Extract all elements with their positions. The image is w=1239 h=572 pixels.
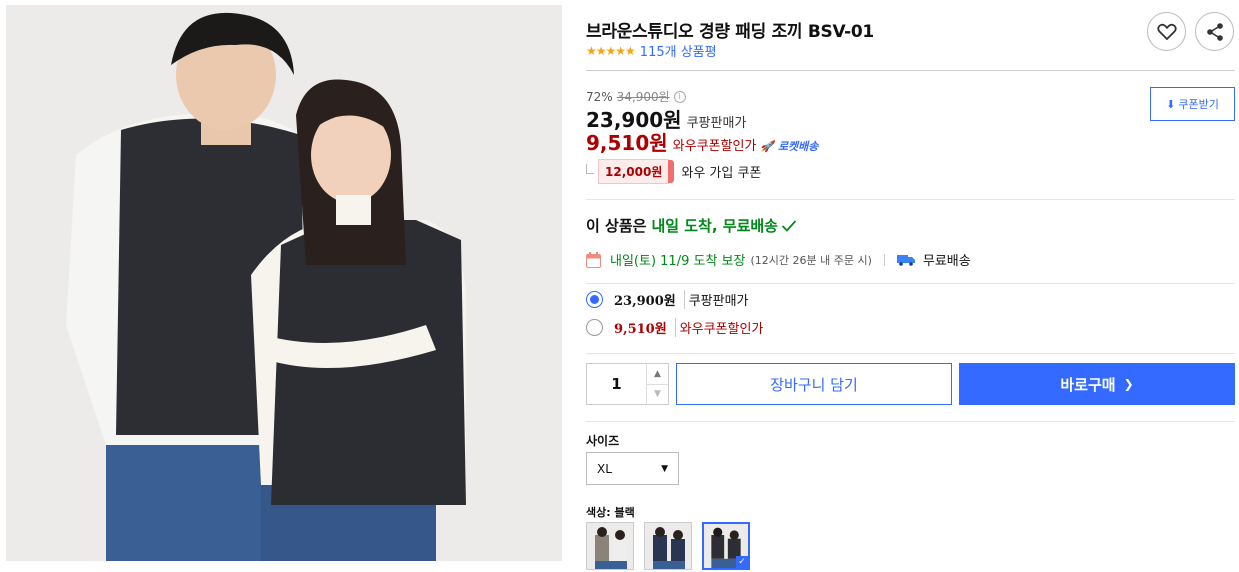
size-selected-value: XL xyxy=(597,461,612,476)
coupon-download-button[interactable]: ⬇ 쿠폰받기 xyxy=(1150,87,1235,121)
color-swatch-selected[interactable]: ✓ xyxy=(702,522,750,570)
delivery-headline: 이 상품은 내일 도착, 무료배송 xyxy=(586,215,797,236)
size-label: 사이즈 xyxy=(586,434,620,448)
free-shipping-label: 무료배송 xyxy=(922,254,971,269)
coupon-amount: 12,000원 xyxy=(598,159,675,184)
divider xyxy=(586,353,1235,354)
divider xyxy=(586,70,1235,71)
divider xyxy=(586,199,1235,200)
divider xyxy=(586,283,1235,284)
arrival-condition: (12시간 26분 내 주문 시) xyxy=(750,253,872,267)
option-label: 와우쿠폰할인가 xyxy=(674,318,763,337)
share-icon xyxy=(1206,22,1223,41)
quantity-stepper[interactable]: 1 ▲ ▼ xyxy=(586,363,669,405)
option-price: 23,900원 xyxy=(614,294,676,309)
add-to-cart-button[interactable]: 장바구니 담기 xyxy=(676,363,952,405)
decrement-icon[interactable]: ▼ xyxy=(647,383,668,405)
color-swatch[interactable] xyxy=(586,522,634,570)
delivery-headline-highlight: 내일 도착, 무료배송 xyxy=(651,217,778,235)
increment-icon[interactable]: ▲ xyxy=(647,364,668,384)
chevron-right-icon: ❯ xyxy=(1123,377,1134,391)
wow-price: 9,510원 xyxy=(586,131,668,155)
delivery-headline-prefix: 이 상품은 xyxy=(586,217,647,235)
truck-icon xyxy=(896,254,915,266)
buy-now-label: 바로구매 xyxy=(1060,375,1116,394)
coupon-download-label: 쿠폰받기 xyxy=(1178,98,1219,111)
tree-elbow-icon xyxy=(586,163,594,174)
coupon-row: 12,000원 와우 가입 쿠폰 xyxy=(586,159,761,184)
price-option-wow[interactable]: 9,510원 와우쿠폰할인가 xyxy=(586,318,763,337)
caret-down-icon: ▼ xyxy=(661,463,668,474)
rocket-delivery-badge: 🚀 로켓배송 xyxy=(760,140,819,153)
review-count-link[interactable]: 115개 상품평 xyxy=(640,41,717,60)
heart-icon xyxy=(1156,23,1177,40)
option-label: 쿠팡판매가 xyxy=(683,290,749,309)
coupon-label: 와우 가입 쿠폰 xyxy=(681,166,762,181)
arrival-date: 내일(토) 11/9 도착 보장 xyxy=(610,254,746,269)
info-icon[interactable]: i xyxy=(673,90,686,103)
original-price: 34,900원 xyxy=(616,90,670,104)
swatch-thumbnail xyxy=(587,523,633,569)
buy-now-button[interactable]: 바로구매 ❯ xyxy=(959,363,1235,405)
star-rating-icon: ★★★★★ xyxy=(586,43,636,58)
wishlist-button[interactable] xyxy=(1147,12,1186,51)
color-swatch[interactable] xyxy=(644,522,692,570)
radio-button[interactable] xyxy=(586,291,603,308)
wow-price-label: 와우쿠폰할인가 xyxy=(672,139,757,154)
color-label: 색상: 블랙 xyxy=(586,506,635,519)
rocket-label: 로켓배송 xyxy=(777,140,819,153)
discount-rate: 72% xyxy=(586,89,613,104)
rating[interactable]: ★★★★★ 115개 상품평 xyxy=(586,41,717,61)
product-photo xyxy=(6,5,562,561)
quantity-input[interactable]: 1 xyxy=(587,364,646,404)
share-button[interactable] xyxy=(1195,12,1234,51)
size-select[interactable]: XL ▼ xyxy=(586,452,679,485)
product-title: 브라운스튜디오 경량 패딩 조끼 BSV-01 xyxy=(586,22,874,42)
wow-price-row: 9,510원 와우쿠폰할인가 🚀 로켓배송 xyxy=(586,127,818,156)
swatch-thumbnail xyxy=(645,523,691,569)
radio-button[interactable] xyxy=(586,319,603,336)
download-icon: ⬇ xyxy=(1166,97,1176,111)
separator xyxy=(883,253,885,266)
product-image[interactable] xyxy=(6,5,562,561)
divider xyxy=(586,421,1235,422)
calendar-icon xyxy=(586,251,601,268)
discount-row: 72% 34,900원 i xyxy=(586,88,686,105)
option-price: 9,510원 xyxy=(614,322,667,337)
check-icon xyxy=(781,219,797,232)
color-swatches: ✓ xyxy=(586,522,750,570)
delivery-row: 내일(토) 11/9 도착 보장 (12시간 26분 내 주문 시) 무료배송 xyxy=(586,250,971,269)
price-option-coupang[interactable]: 23,900원 쿠팡판매가 xyxy=(586,290,749,309)
quantity-arrows: ▲ ▼ xyxy=(646,364,668,404)
check-icon: ✓ xyxy=(736,556,748,568)
